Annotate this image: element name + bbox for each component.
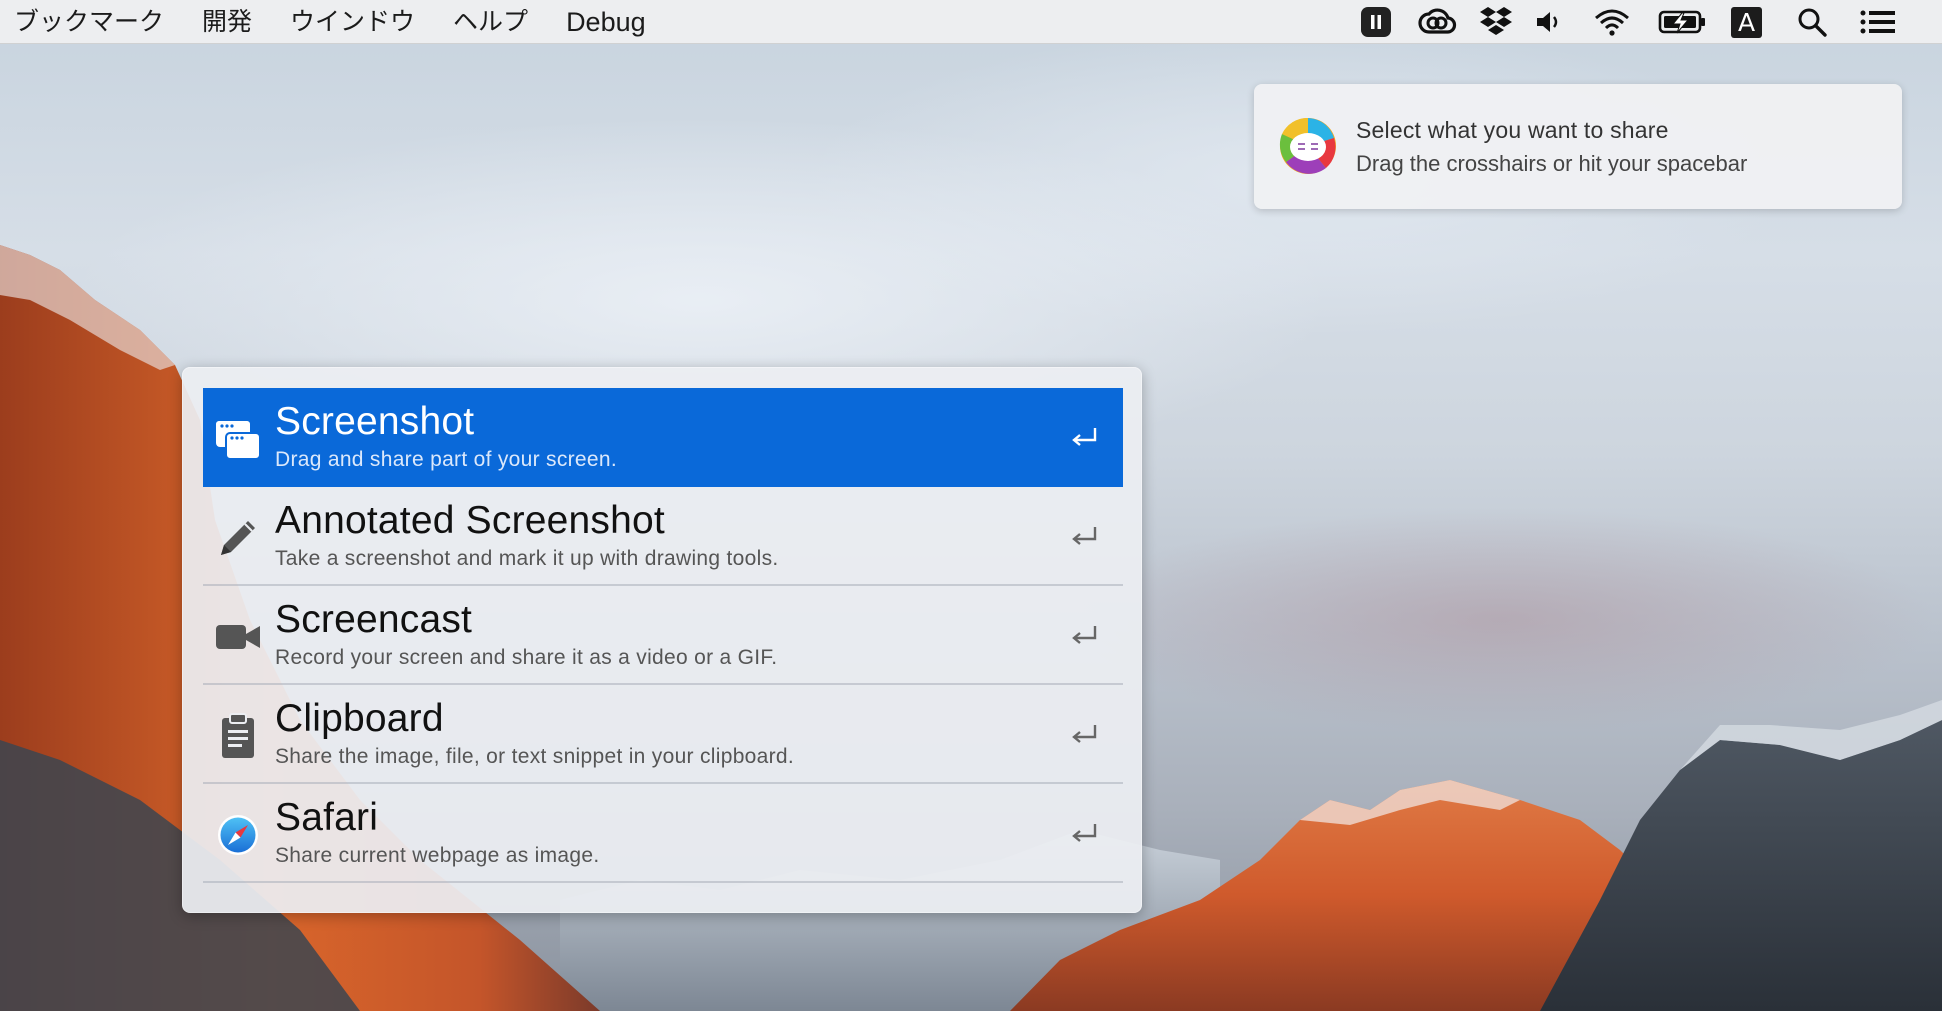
battery-charging-icon[interactable] — [1658, 6, 1708, 38]
spotlight-search-icon[interactable] — [1796, 6, 1828, 38]
menu-window[interactable]: ウインドウ — [290, 0, 415, 44]
desktop: ブックマーク 開発 ウインドウ ヘルプ Debug A Select what … — [0, 0, 1942, 1011]
creative-cloud-icon[interactable] — [1417, 6, 1457, 38]
menu-debug[interactable]: Debug — [566, 0, 646, 44]
option-title: Screenshot — [275, 400, 475, 443]
option-title: Screencast — [275, 598, 473, 641]
menu-help[interactable]: ヘルプ — [453, 0, 528, 44]
app-menu: ブックマーク 開発 ウインドウ ヘルプ Debug — [0, 0, 684, 44]
return-key-icon — [1072, 824, 1097, 842]
input-source-label: A — [1731, 6, 1762, 38]
option-title: Clipboard — [275, 697, 444, 740]
video-camera-icon — [213, 612, 263, 662]
dropbox-icon[interactable] — [1478, 6, 1514, 38]
screenshot-icon — [213, 414, 263, 464]
notification-title: Select what you want to share — [1356, 117, 1669, 143]
share-option-screencast[interactable]: Screencast Record your screen and share … — [203, 586, 1123, 685]
option-subtitle: Take a screenshot and mark it up with dr… — [275, 547, 779, 570]
option-title: Safari — [275, 796, 379, 839]
safari-compass-icon — [213, 810, 263, 860]
share-option-annotated-screenshot[interactable]: Annotated Screenshot Take a screenshot a… — [203, 487, 1123, 586]
option-title: Annotated Screenshot — [275, 499, 665, 542]
share-notification[interactable]: Select what you want to share Drag the c… — [1254, 84, 1902, 209]
option-subtitle: Share the image, file, or text snippet i… — [275, 745, 795, 768]
notification-center-icon[interactable] — [1859, 6, 1897, 38]
return-key-icon — [1072, 725, 1097, 743]
share-option-clipboard[interactable]: Clipboard Share the image, file, or text… — [203, 685, 1123, 784]
pencil-icon — [213, 513, 263, 563]
menu-develop[interactable]: 開発 — [202, 0, 252, 44]
menu-bookmarks[interactable]: ブックマーク — [14, 0, 164, 44]
share-options-list: Screenshot Drag and share part of your s… — [203, 388, 1123, 883]
option-subtitle: Drag and share part of your screen. — [275, 448, 618, 471]
clipboard-icon — [213, 711, 263, 761]
share-panel: Screenshot Drag and share part of your s… — [182, 367, 1142, 913]
cloudapp-logo-icon — [1279, 117, 1336, 174]
share-option-safari[interactable]: Safari Share current webpage as image. — [203, 784, 1123, 883]
share-option-screenshot[interactable]: Screenshot Drag and share part of your s… — [203, 388, 1123, 487]
return-key-icon — [1072, 626, 1097, 644]
pause-app-icon[interactable] — [1359, 6, 1393, 38]
option-subtitle: Share current webpage as image. — [275, 844, 600, 867]
wifi-icon[interactable] — [1592, 6, 1632, 38]
notification-body: Drag the crosshairs or hit your spacebar — [1356, 151, 1748, 176]
menu-bar: ブックマーク 開発 ウインドウ ヘルプ Debug A — [0, 0, 1942, 44]
volume-icon[interactable] — [1533, 6, 1565, 38]
return-key-icon — [1072, 428, 1097, 446]
option-subtitle: Record your screen and share it as a vid… — [275, 646, 778, 669]
input-source-icon[interactable]: A — [1731, 6, 1762, 38]
return-key-icon — [1072, 527, 1097, 545]
